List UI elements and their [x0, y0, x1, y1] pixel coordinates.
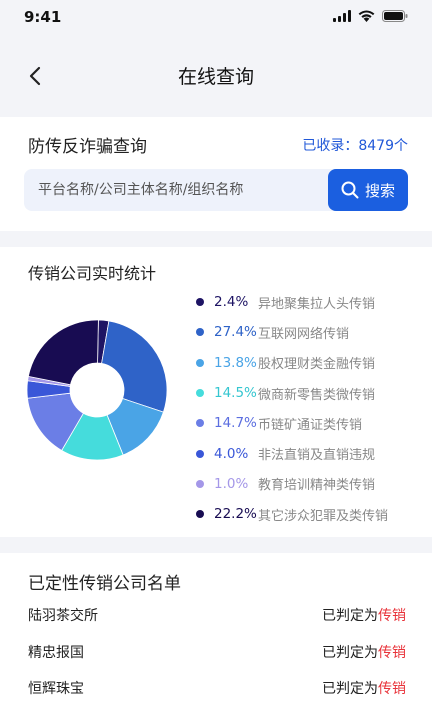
legend-label: 互联网网络传销 — [258, 326, 350, 342]
status-prefix: 已判定为 — [322, 681, 378, 697]
status-prefix: 已判定为 — [322, 644, 378, 661]
legend-percent: 14.7% — [214, 415, 257, 432]
legend-item: 14.7% 币链矿通证类传销 — [196, 408, 388, 438]
status-bar: 9:41 — [0, 0, 432, 36]
legend-dot-icon — [196, 449, 204, 458]
chart-legend: 2.4% 异地聚集拉人头传销 27.4% 互联网网络传销 13.8% 股权理财类金融传销 1… — [196, 287, 388, 529]
donut-chart — [26, 319, 168, 461]
battery-icon — [382, 10, 408, 22]
legend-percent: 14.5% — [214, 385, 257, 402]
company-row[interactable]: 陆羽茶交所 已判定为传销 — [28, 605, 406, 629]
legend-dot-icon — [196, 358, 204, 367]
legend-dot-icon — [196, 479, 204, 488]
search-button[interactable]: 搜索 — [328, 169, 408, 211]
signal-icon — [333, 10, 351, 22]
legend-label: 异地聚集拉人头传销 — [258, 296, 376, 312]
legend-item: 2.4% 异地聚集拉人头传销 — [196, 287, 388, 317]
donut-slice — [27, 319, 99, 386]
company-list-card: 已定性传销公司名单 陆羽茶交所 已判定为传销 精忠报国 已判定为传销 恒辉珠宝 已判定为传… — [0, 553, 432, 720]
search-input[interactable] — [38, 169, 318, 211]
donut-slice — [101, 320, 168, 413]
status-time: 9:41 — [24, 8, 62, 26]
company-status: 已判定为传销 — [322, 605, 406, 625]
search-box: 搜索 — [24, 169, 408, 211]
company-row[interactable]: 恒辉珠宝 已判定为传销 — [28, 678, 406, 702]
legend-label: 非法直销及直销违规 — [258, 448, 376, 464]
legend-percent: 13.8% — [214, 354, 257, 371]
legend-label: 币链矿通证类传销 — [258, 417, 363, 433]
legend-item: 4.0% 非法直销及直销违规 — [196, 438, 388, 468]
legend-label: 教育培训精神类传销 — [258, 478, 376, 494]
list-title: 已定性传销公司名单 — [28, 574, 181, 594]
company-name: 精忠报国 — [28, 644, 84, 661]
stats-title: 传销公司实时统计 — [28, 264, 157, 283]
page-title: 在线查询 — [177, 66, 254, 88]
legend-dot-icon — [196, 328, 204, 337]
record-count: 已收录：8479个 — [302, 138, 408, 154]
company-name: 陆羽茶交所 — [28, 608, 98, 624]
legend-item: 22.2% 其它涉众犯罪及类传销 — [196, 499, 388, 529]
legend-item: 1.0% 教育培训精神类传销 — [196, 469, 388, 499]
stats-card: 传销公司实时统计 2.4% 异地聚集拉人头传销 27.4% 互联网网络传销 13.8% 股… — [0, 247, 432, 537]
search-card: 防传反诈骗查询 已收录：8479个 搜索 — [0, 117, 432, 231]
legend-label: 其它涉众犯罪及类传销 — [258, 508, 389, 524]
legend-percent: 1.0% — [214, 475, 249, 492]
legend-percent: 2.4% — [214, 294, 249, 311]
company-status: 已判定为传销 — [322, 678, 406, 698]
nav-bar: 在线查询 — [0, 36, 432, 116]
status-tag: 传销 — [378, 644, 406, 661]
search-button-label: 搜索 — [364, 181, 395, 200]
company-name: 恒辉珠宝 — [28, 681, 84, 697]
legend-label: 股权理财类金融传销 — [258, 357, 376, 373]
status-tag: 传销 — [378, 681, 406, 697]
legend-percent: 4.0% — [214, 445, 249, 462]
legend-dot-icon — [196, 510, 204, 519]
legend-item: 13.8% 股权理财类金融传销 — [196, 348, 388, 378]
wifi-icon — [358, 10, 375, 22]
legend-item: 14.5% 微商新零售类微传销 — [196, 378, 388, 408]
status-tag: 传销 — [378, 608, 406, 624]
legend-dot-icon — [196, 419, 204, 428]
legend-percent: 22.2% — [214, 506, 257, 523]
legend-dot-icon — [196, 389, 204, 398]
legend-label: 微商新零售类微传销 — [258, 387, 376, 403]
company-status: 已判定为传销 — [322, 642, 406, 662]
legend-percent: 27.4% — [214, 324, 257, 341]
legend-item: 27.4% 互联网网络传销 — [196, 317, 388, 347]
search-icon — [341, 181, 359, 199]
status-icons — [333, 10, 408, 22]
company-row[interactable]: 精忠报国 已判定为传销 — [28, 642, 406, 666]
legend-dot-icon — [196, 298, 204, 307]
search-card-title: 防传反诈骗查询 — [28, 137, 147, 157]
status-prefix: 已判定为 — [322, 608, 378, 624]
